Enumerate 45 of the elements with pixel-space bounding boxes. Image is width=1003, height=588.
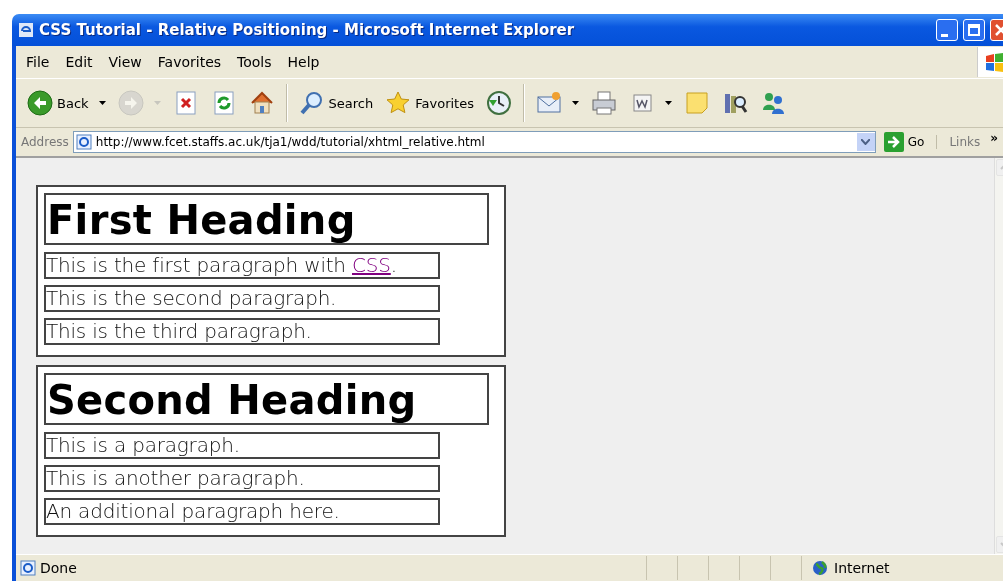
address-field[interactable]: http://www.fcet.staffs.ac.uk/tja1/wdd/tutorial/xhtml_relative.html [72,131,876,153]
dropdown-button[interactable] [856,133,875,151]
link[interactable]: CSS [352,253,391,277]
clock-icon [485,90,512,116]
maximize-button[interactable] [963,19,985,41]
back-button[interactable]: Back [24,88,109,118]
security-zone: Internet [834,560,890,576]
maximize-icon [968,24,980,36]
go-button[interactable]: Go [879,132,933,152]
heading: Second Heading [44,373,489,425]
page-icon [75,134,92,150]
dropdown-arrow-icon[interactable] [664,101,672,105]
favorites-button[interactable]: Favorites [382,88,477,118]
menu-item[interactable]: Help [279,52,328,72]
links-button[interactable]: Links [936,135,981,149]
browser-logo-icon [18,22,34,38]
star-icon [385,90,412,116]
envelope-icon [535,90,562,116]
note-icon [683,90,710,116]
page-icon [20,560,36,576]
minimize-icon [940,33,948,37]
globe-icon [812,560,828,576]
paragraph: This is a paragraph. [44,432,440,459]
search-button[interactable]: Search [295,88,377,118]
paragraph: This is the second paragraph. [44,285,440,312]
chevron-down-icon [861,139,871,145]
minimize-button[interactable] [936,19,958,41]
menu-item[interactable]: Favorites [149,52,230,72]
menu-item[interactable]: View [100,52,150,72]
address-label: Address [21,135,69,149]
dropdown-arrow-icon[interactable] [98,101,106,105]
status-text: Done [40,560,77,576]
dropdown-arrow-icon[interactable] [571,101,579,105]
heading: First Heading [44,193,489,245]
paragraph: This is another paragraph. [44,465,440,492]
paragraph: This is the first paragraph with CSS. [44,252,440,279]
printer-icon [590,90,617,116]
paragraph: An additional paragraph here. [44,498,440,525]
window-title: CSS Tutorial - Relative Positioning - Microsoft Internet Explorer [39,21,576,39]
search-icon [298,90,325,116]
chevron-button[interactable]: » [990,131,998,145]
menu-item[interactable]: Edit [57,52,101,72]
menu-item[interactable]: File [18,52,58,72]
menu-item[interactable]: Tools [229,52,280,72]
paragraph: This is the third paragraph. [44,318,440,345]
